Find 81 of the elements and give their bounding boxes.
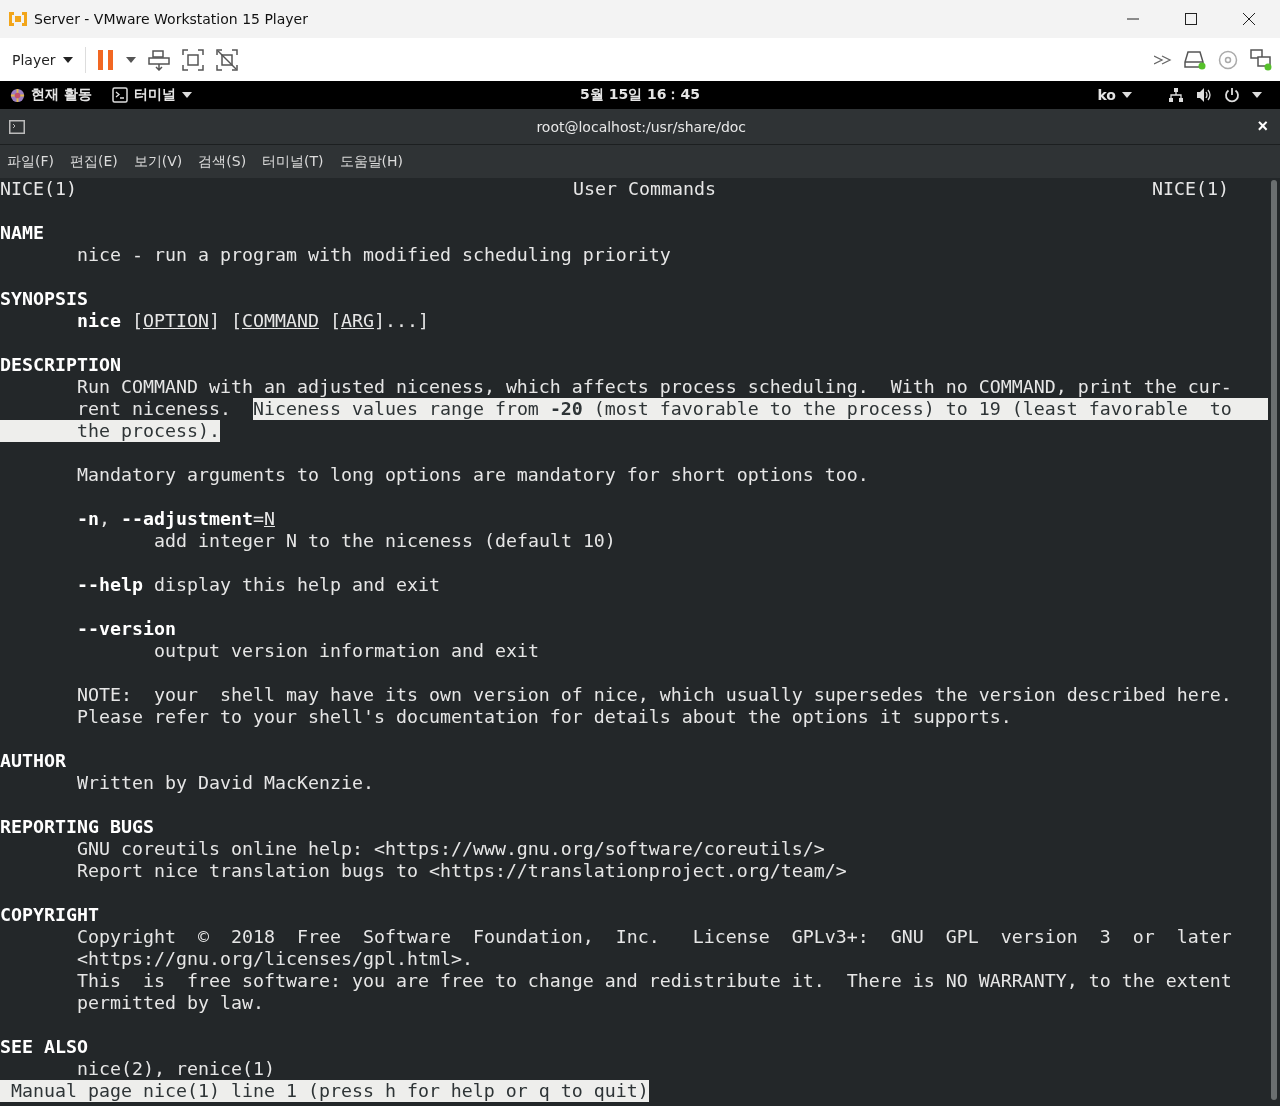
man-underlined-text: COMMAND xyxy=(242,310,319,332)
man-text: display this help and exit xyxy=(152,574,440,596)
man-text: output version information and exit xyxy=(154,640,539,662)
man-text: GNU coreutils online help: <https://www.gnu.org/software/coreutils/> xyxy=(77,838,825,860)
man-bold-text: NAME xyxy=(0,222,44,244)
man-bold-text: --help xyxy=(77,574,143,596)
flower-logo-icon xyxy=(10,87,25,103)
man-text: Report nice translation bugs to <https://translationproject.org/team/> xyxy=(77,860,847,882)
input-method-label[interactable]: ko xyxy=(1097,87,1116,103)
man-text: ] [ xyxy=(209,310,242,332)
pager-status-text: Manual page nice(1) line 1 (press h for help or q to quit) xyxy=(0,1080,649,1102)
terminal-title: root@localhost:/usr/share/doc xyxy=(535,118,748,135)
unity-crossed-icon[interactable] xyxy=(215,48,238,71)
terminal-icon xyxy=(9,119,25,134)
man-bold-text: SYNOPSIS xyxy=(0,288,88,310)
network-computers-icon[interactable] xyxy=(147,48,170,71)
clock[interactable]: 5월 15일 16：45 xyxy=(580,86,700,104)
man-text: NOTE: your shell may have its own version of nice, which usually supersedes the version described here. xyxy=(77,684,1232,706)
man-bold-text: REPORTING BUGS xyxy=(0,816,154,838)
wired-network-icon[interactable] xyxy=(1168,87,1184,103)
double-chevron-icon[interactable] xyxy=(1154,54,1172,65)
man-text: nice(2), renice(1) xyxy=(77,1058,275,1080)
network-adapter-icon[interactable] xyxy=(1250,48,1272,71)
pause-icon[interactable] xyxy=(97,49,114,70)
caret-icon xyxy=(62,56,73,63)
man-text: Copyright © 2018 Free Software Foundation, Inc. License GPLv3+: GNU GPL version 3 or later xyxy=(77,926,1232,948)
menu-item[interactable]: 편집(E) xyxy=(70,152,118,171)
man-bold-text: AUTHOR xyxy=(0,750,66,772)
maximize-icon[interactable] xyxy=(1185,13,1197,25)
man-bold-text: COPYRIGHT xyxy=(0,904,99,926)
menu-item[interactable]: 도움말(H) xyxy=(339,152,404,171)
man-text: add integer N to the niceness (default 10) xyxy=(154,530,616,552)
selected-text: the process). xyxy=(0,420,220,442)
caret-icon[interactable] xyxy=(1122,92,1132,98)
man-text: nice - run a program with modified scheduling priority xyxy=(77,244,671,266)
man-bold-text: -n xyxy=(77,508,99,530)
close-button[interactable]: × xyxy=(1257,116,1268,137)
selected-text: Niceness values range from xyxy=(252,398,550,420)
man-bold-text: nice xyxy=(77,310,121,332)
man-text: permitted by law. xyxy=(77,992,264,1014)
man-bold-text: --adjustment xyxy=(121,508,253,530)
selected-text: -20 xyxy=(549,398,583,420)
man-text: Please refer to your shell's documentation for details about the options it supports. xyxy=(77,706,1012,728)
man-text: [ xyxy=(328,310,341,332)
man-header-text: User Commands xyxy=(573,178,716,200)
man-header-text: NICE(1) xyxy=(1152,178,1229,200)
window-title: Server - VMware Workstation 15 Player xyxy=(34,11,308,27)
menu-item[interactable]: 검색(S) xyxy=(198,152,247,171)
terminal-icon xyxy=(111,87,128,103)
man-bold-text: DESCRIPTION xyxy=(0,354,121,376)
man-text: Mandatory arguments to long options are mandatory for short options too. xyxy=(77,464,869,486)
menu-item[interactable]: 터미널(T) xyxy=(262,152,324,171)
caret-icon[interactable] xyxy=(1252,92,1262,98)
power-icon[interactable] xyxy=(1224,87,1240,103)
activities-button[interactable]: 현재 활동 xyxy=(31,86,92,104)
close-icon[interactable] xyxy=(1243,13,1255,25)
volume-icon[interactable] xyxy=(1196,87,1212,103)
man-text: Written by David MacKenzie. xyxy=(77,772,374,794)
man-text: , xyxy=(99,508,111,530)
man-text: [ xyxy=(131,310,143,332)
man-text: rent niceness. xyxy=(77,398,232,420)
man-underlined-text: N xyxy=(263,508,275,530)
app-logo-icon xyxy=(8,9,28,29)
menu-item[interactable]: 파일(F) xyxy=(7,152,54,171)
man-text: This is free software: you are free to change and redistribute it. There is NO WARRANTY, to the extent xyxy=(77,970,1232,992)
caret-icon[interactable] xyxy=(181,92,192,98)
man-bold-text: SEE ALSO xyxy=(0,1036,88,1058)
player-menu-button[interactable]: Player xyxy=(12,51,73,68)
man-text: <https://gnu.org/licenses/gpl.html>. xyxy=(77,948,473,970)
man-underlined-text: OPTION xyxy=(143,310,209,332)
caret-icon[interactable] xyxy=(125,56,136,63)
fullscreen-icon[interactable] xyxy=(181,48,204,71)
man-text: = xyxy=(252,508,264,530)
app-menu-label[interactable]: 터미널 xyxy=(133,86,176,104)
man-underlined-text: ARG xyxy=(340,310,374,332)
man-text: ]...] xyxy=(373,310,429,332)
selected-text: (most favorable to the process) to 19 (least favorable to xyxy=(582,398,1268,420)
man-text: Run COMMAND with an adjusted niceness, which affects process scheduling. With no COMMAND, print the cur‐ xyxy=(77,376,1232,398)
man-header-text: NICE(1) xyxy=(0,178,77,200)
menu-item[interactable]: 보기(V) xyxy=(133,152,183,171)
man-bold-text: --version xyxy=(77,618,176,640)
